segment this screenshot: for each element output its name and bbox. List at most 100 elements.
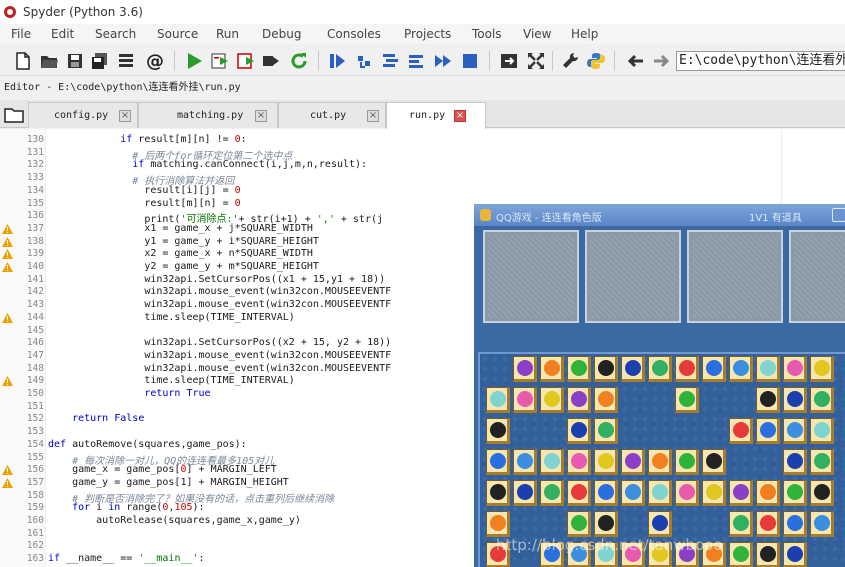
- game-tile[interactable]: [486, 449, 510, 475]
- warning-icon[interactable]: [2, 236, 13, 247]
- game-tile[interactable]: [783, 418, 807, 444]
- debug-icon[interactable]: [326, 50, 348, 72]
- game-tile[interactable]: [567, 480, 591, 506]
- game-tile[interactable]: [648, 356, 672, 382]
- game-tile[interactable]: [810, 449, 834, 475]
- game-tile[interactable]: [783, 449, 807, 475]
- warning-icon[interactable]: [2, 312, 13, 323]
- menu-file[interactable]: File: [11, 27, 31, 41]
- game-tile[interactable]: [729, 542, 753, 567]
- step-return-icon[interactable]: [405, 50, 427, 72]
- menu-projects[interactable]: Projects: [404, 27, 451, 41]
- maximize-pane-icon[interactable]: [498, 50, 520, 72]
- continue-icon[interactable]: [432, 50, 454, 72]
- warning-icon[interactable]: [2, 249, 13, 260]
- game-tile[interactable]: [783, 511, 807, 537]
- game-tile[interactable]: [675, 449, 699, 475]
- step-icon[interactable]: [354, 50, 376, 72]
- game-tile[interactable]: [783, 356, 807, 382]
- warning-icon[interactable]: [2, 376, 13, 387]
- menu-consoles[interactable]: Consoles: [327, 27, 381, 41]
- game-tile[interactable]: [756, 356, 780, 382]
- game-tile[interactable]: [486, 387, 510, 413]
- game-tile[interactable]: [486, 511, 510, 537]
- game-tile[interactable]: [621, 356, 645, 382]
- game-tile[interactable]: [783, 387, 807, 413]
- run-cell-icon[interactable]: [235, 50, 257, 72]
- fullscreen-icon[interactable]: [525, 50, 547, 72]
- preferences-wrench-icon[interactable]: [559, 50, 581, 72]
- game-window[interactable]: QQ游戏 - 连连看角色版 1V1 有道具: [474, 204, 845, 567]
- tab-cut[interactable]: cut.py ×: [278, 102, 386, 128]
- run-file-icon[interactable]: [209, 50, 231, 72]
- game-tile[interactable]: [513, 387, 537, 413]
- game-tile[interactable]: [486, 480, 510, 506]
- game-window-button[interactable]: [832, 208, 845, 222]
- game-tile[interactable]: [594, 356, 618, 382]
- game-tile[interactable]: [675, 387, 699, 413]
- menu-edit[interactable]: Edit: [51, 27, 74, 41]
- tab-close-icon[interactable]: ×: [367, 110, 379, 122]
- browse-tabs-folder-icon[interactable]: [2, 104, 26, 126]
- game-tile[interactable]: [756, 542, 780, 567]
- game-tile[interactable]: [756, 418, 780, 444]
- game-tile[interactable]: [729, 511, 753, 537]
- game-tile[interactable]: [540, 387, 564, 413]
- working-directory-field[interactable]: E:\code\python\连连看外: [676, 51, 845, 71]
- game-tile[interactable]: [567, 449, 591, 475]
- game-tile[interactable]: [513, 356, 537, 382]
- game-tile[interactable]: [810, 511, 834, 537]
- python-path-icon[interactable]: [585, 50, 607, 72]
- tab-close-icon[interactable]: ×: [255, 110, 267, 122]
- run-cell-advance-icon[interactable]: [260, 50, 282, 72]
- at-sign-icon[interactable]: @: [144, 50, 166, 72]
- game-tile[interactable]: [594, 511, 618, 537]
- game-tile[interactable]: [486, 418, 510, 444]
- game-tile[interactable]: [783, 480, 807, 506]
- game-tile[interactable]: [648, 511, 672, 537]
- game-tile[interactable]: [594, 480, 618, 506]
- game-tile[interactable]: [675, 480, 699, 506]
- back-arrow-icon[interactable]: [625, 50, 647, 72]
- game-tile[interactable]: [702, 480, 726, 506]
- menu-tools[interactable]: Tools: [472, 27, 502, 41]
- menu-run[interactable]: Run: [216, 27, 239, 41]
- game-tile[interactable]: [702, 356, 726, 382]
- step-into-icon[interactable]: [379, 50, 401, 72]
- game-tile[interactable]: [567, 356, 591, 382]
- save-icon[interactable]: [64, 50, 86, 72]
- game-tile[interactable]: [567, 511, 591, 537]
- new-file-icon[interactable]: [12, 50, 34, 72]
- game-tile[interactable]: [729, 418, 753, 444]
- tab-config[interactable]: config.py ×: [28, 102, 138, 128]
- game-tile[interactable]: [675, 356, 699, 382]
- game-tile[interactable]: [810, 480, 834, 506]
- game-tile[interactable]: [621, 480, 645, 506]
- menu-debug[interactable]: Debug: [262, 27, 301, 41]
- menu-search[interactable]: Search: [95, 27, 136, 41]
- save-all-icon[interactable]: [89, 50, 111, 72]
- game-tile[interactable]: [810, 387, 834, 413]
- tab-close-icon[interactable]: ×: [454, 110, 466, 122]
- game-tile[interactable]: [567, 387, 591, 413]
- game-tile[interactable]: [756, 387, 780, 413]
- menu-view[interactable]: View: [523, 27, 551, 41]
- game-tile[interactable]: [702, 449, 726, 475]
- forward-arrow-icon[interactable]: [650, 50, 672, 72]
- game-tile[interactable]: [729, 480, 753, 506]
- game-tile[interactable]: [729, 356, 753, 382]
- game-tile[interactable]: [756, 511, 780, 537]
- game-tile[interactable]: [594, 449, 618, 475]
- game-tile[interactable]: [621, 449, 645, 475]
- open-folder-icon[interactable]: [38, 50, 60, 72]
- game-tile[interactable]: [648, 449, 672, 475]
- game-tile[interactable]: [594, 418, 618, 444]
- game-tile[interactable]: [594, 387, 618, 413]
- list-icon[interactable]: [115, 50, 137, 72]
- run-icon[interactable]: [183, 50, 205, 72]
- menu-help[interactable]: Help: [571, 27, 598, 41]
- game-tile[interactable]: [648, 480, 672, 506]
- warning-icon[interactable]: [2, 465, 13, 476]
- game-tile[interactable]: [783, 542, 807, 567]
- game-tile[interactable]: [540, 480, 564, 506]
